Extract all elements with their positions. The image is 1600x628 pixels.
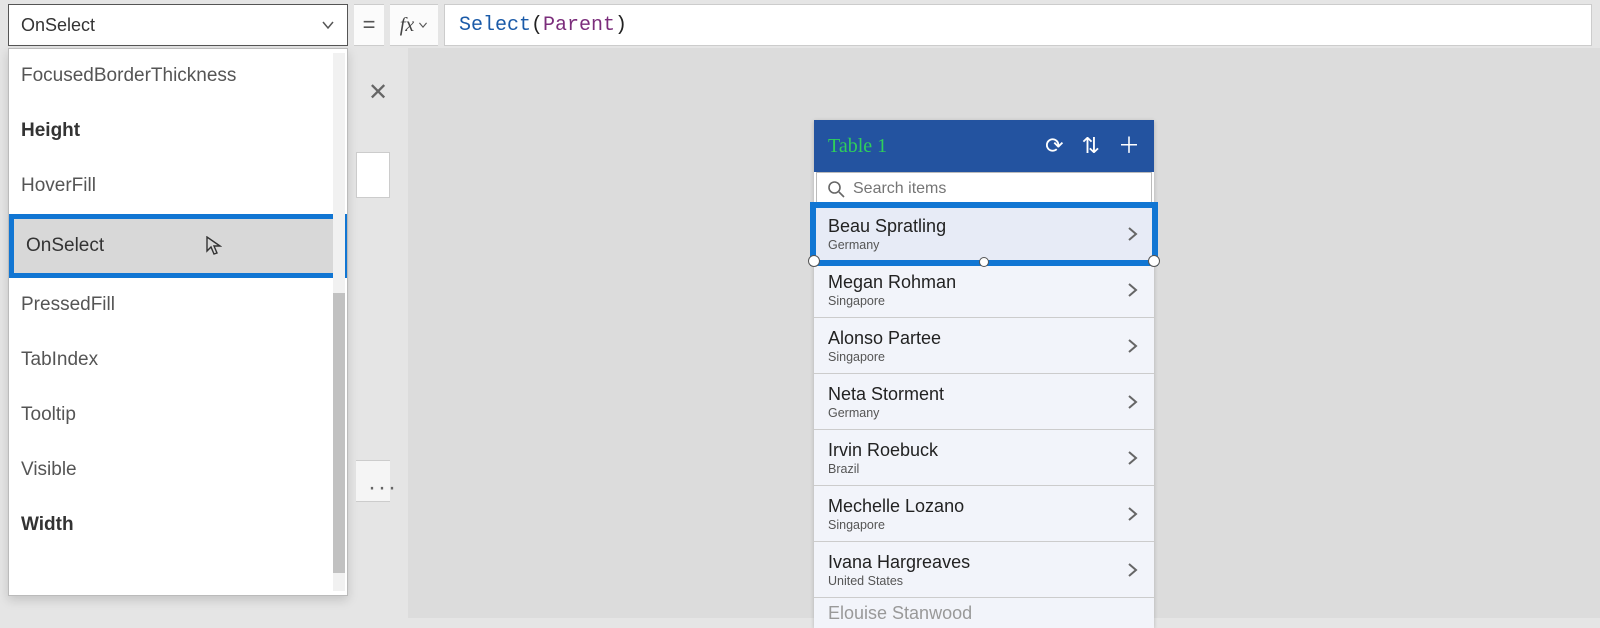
list-item-name: Mechelle Lozano — [828, 496, 1124, 517]
list-item-sub: United States — [828, 574, 1124, 588]
search-icon — [827, 180, 845, 198]
phone-preview: Table 1 ⟳ ⇅ ＋ Beau Spratling Germany Meg… — [814, 120, 1154, 628]
property-dropdown-panel: FocusedBorderThickness Height HoverFill … — [8, 48, 348, 596]
chevron-down-icon — [418, 20, 428, 30]
fx-label: fx — [400, 14, 414, 37]
add-icon[interactable]: ＋ — [1118, 135, 1140, 157]
dropdown-item[interactable]: Tooltip — [9, 388, 347, 443]
resize-handle[interactable] — [979, 257, 989, 267]
list-item[interactable]: Alonso Partee Singapore — [814, 318, 1154, 374]
list-item[interactable]: Irvin Roebuck Brazil — [814, 430, 1154, 486]
formula-top-bar: OnSelect = fx Select(Parent) — [8, 4, 1592, 46]
refresh-icon[interactable]: ⟳ — [1045, 135, 1063, 157]
chevron-down-icon — [321, 18, 335, 32]
dropdown-item-label: HoverFill — [21, 175, 96, 196]
property-select[interactable]: OnSelect — [8, 4, 348, 46]
design-canvas[interactable]: Table 1 ⟳ ⇅ ＋ Beau Spratling Germany Meg… — [408, 48, 1600, 618]
formula-open-paren: ( — [531, 14, 543, 37]
list-item[interactable]: Mechelle Lozano Singapore — [814, 486, 1154, 542]
chevron-right-icon[interactable] — [1124, 394, 1140, 410]
list-item[interactable]: Megan Rohman Singapore — [814, 262, 1154, 318]
dropdown-item[interactable]: FocusedBorderThickness — [9, 49, 347, 104]
dropdown-item-label: Height — [21, 120, 80, 141]
property-select-value: OnSelect — [21, 15, 95, 36]
cursor-icon — [206, 236, 222, 256]
dropdown-item-label: OnSelect — [26, 235, 104, 256]
dropdown-item-label: PressedFill — [21, 294, 115, 315]
sort-icon[interactable]: ⇅ — [1082, 135, 1100, 157]
formula-bar-input[interactable]: Select(Parent) — [444, 4, 1592, 46]
close-icon[interactable]: ✕ — [368, 78, 388, 107]
fx-button[interactable]: fx — [390, 4, 438, 46]
dropdown-item-label: TabIndex — [21, 349, 98, 370]
dropdown-item[interactable]: PressedFill — [9, 278, 347, 333]
list-item[interactable]: Ivana Hargreaves United States — [814, 542, 1154, 598]
app-header: Table 1 ⟳ ⇅ ＋ — [814, 120, 1154, 172]
list-item[interactable]: Elouise Stanwood — [814, 598, 1154, 628]
chevron-right-icon[interactable] — [1124, 450, 1140, 466]
dropdown-item[interactable]: HoverFill — [9, 159, 347, 214]
dropdown-item-label: Tooltip — [21, 404, 76, 425]
chevron-right-icon[interactable] — [1124, 562, 1140, 578]
dropdown-item[interactable]: Height — [9, 104, 347, 159]
chevron-right-icon[interactable] — [1124, 338, 1140, 354]
app-title: Table 1 — [828, 135, 887, 158]
tree-item-peek — [356, 152, 390, 198]
header-icons: ⟳ ⇅ ＋ — [1045, 135, 1140, 157]
search-input[interactable] — [853, 180, 1141, 198]
formula-fn: Select — [459, 14, 531, 37]
formula-close-paren: ) — [615, 14, 627, 37]
dropdown-item[interactable]: TabIndex — [9, 333, 347, 388]
dropdown-scrollbar-thumb[interactable] — [333, 293, 345, 573]
formula-identifier: Parent — [543, 14, 615, 37]
list-item-name: Elouise Stanwood — [828, 603, 1140, 624]
list-item-sub: Germany — [828, 238, 1124, 252]
dropdown-item[interactable]: OnSelect — [9, 214, 347, 278]
chevron-right-icon[interactable] — [1124, 226, 1140, 242]
dropdown-item-label: Width — [21, 514, 74, 535]
list-item-sub: Singapore — [828, 294, 1124, 308]
list-item-sub: Singapore — [828, 518, 1124, 532]
list-item[interactable]: Neta Storment Germany — [814, 374, 1154, 430]
dropdown-item[interactable]: Width — [9, 498, 347, 553]
ellipsis-icon[interactable]: ··· — [368, 474, 398, 502]
list-item-name: Megan Rohman — [828, 272, 1124, 293]
chevron-right-icon[interactable] — [1124, 506, 1140, 522]
search-bar[interactable] — [816, 172, 1152, 206]
list-item[interactable]: Beau Spratling Germany — [814, 206, 1154, 262]
dropdown-item[interactable]: Visible — [9, 443, 347, 498]
list-item-sub: Singapore — [828, 350, 1124, 364]
list-item-sub: Germany — [828, 406, 1124, 420]
chevron-right-icon[interactable] — [1124, 282, 1140, 298]
dropdown-item-label: Visible — [21, 459, 77, 480]
list-item-name: Beau Spratling — [828, 216, 1124, 237]
list-item-sub: Brazil — [828, 462, 1124, 476]
list-item-name: Ivana Hargreaves — [828, 552, 1124, 573]
list-item-name: Alonso Partee — [828, 328, 1124, 349]
dropdown-scrollbar[interactable] — [333, 53, 345, 591]
list-item-name: Neta Storment — [828, 384, 1124, 405]
equals-label: = — [354, 4, 384, 46]
list-item-name: Irvin Roebuck — [828, 440, 1124, 461]
dropdown-item-label: FocusedBorderThickness — [21, 65, 236, 86]
